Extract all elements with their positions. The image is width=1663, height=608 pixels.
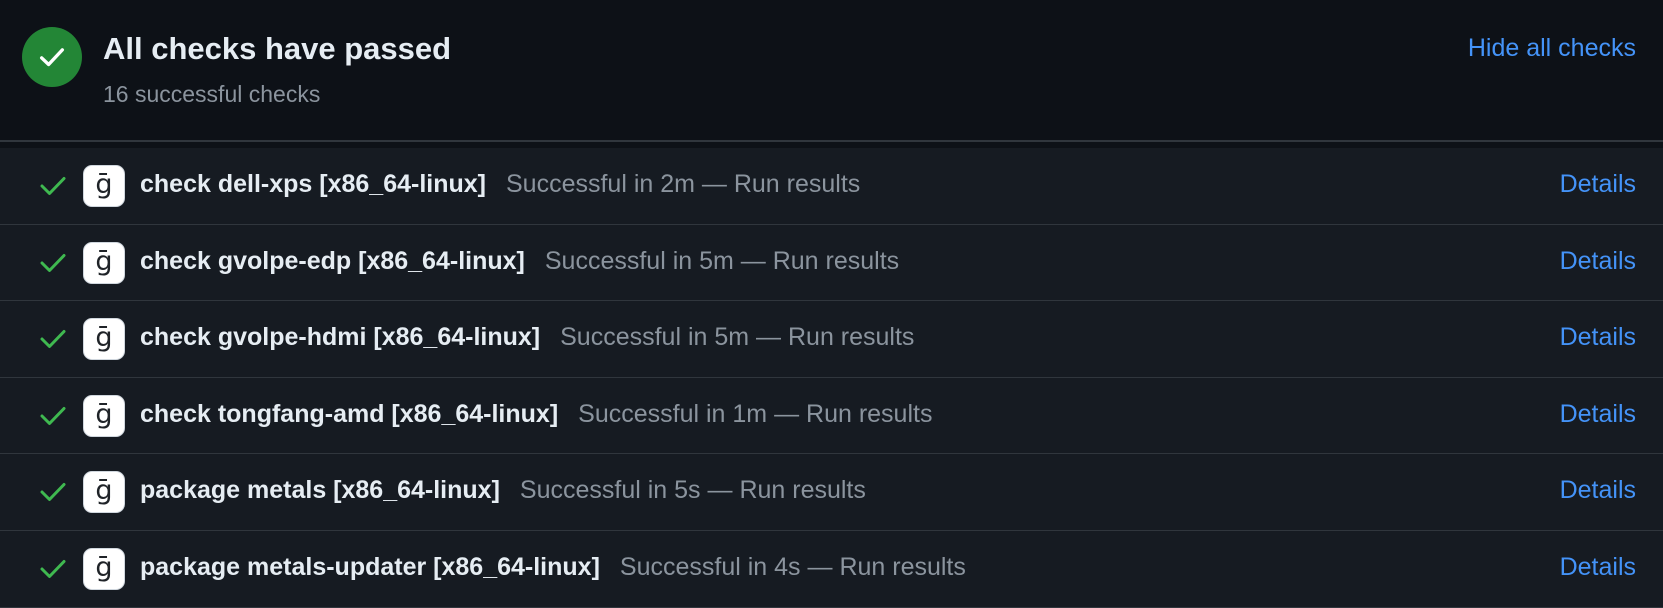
details-link[interactable]: Details xyxy=(1560,553,1636,582)
check-name: check gvolpe-edp [x86_64-linux] xyxy=(140,246,525,275)
check-row: ḡ package metals [x86_64-linux] Successfu… xyxy=(0,454,1663,531)
app-logo-icon: ḡ xyxy=(83,165,125,207)
check-icon xyxy=(39,327,67,356)
check-circle-icon xyxy=(22,27,82,87)
checks-count: 16 successful checks xyxy=(103,81,321,107)
app-logo-icon: ḡ xyxy=(83,547,125,590)
app-logo-icon: ḡ xyxy=(83,394,125,437)
hide-all-checks-link[interactable]: Hide all checks xyxy=(1468,34,1636,63)
details-link[interactable]: Details xyxy=(1560,476,1636,505)
check-row: ḡ check gvolpe-hdmi [x86_64-linux] Succes… xyxy=(0,301,1663,378)
check-name: package metals-updater [x86_64-linux] xyxy=(140,552,600,581)
check-status-text: Successful in 2m — Run results xyxy=(505,170,861,198)
check-row: ḡ check dell-xps [x86_64-linux] Successfu… xyxy=(0,148,1663,225)
checks-summary-header: All checks have passed 16 successful che… xyxy=(0,0,1663,142)
check-icon xyxy=(39,480,67,509)
check-name: check dell-xps [x86_64-linux] xyxy=(140,170,486,198)
check-icon xyxy=(39,557,67,586)
app-logo-icon: ḡ xyxy=(83,318,125,361)
check-row: ḡ package metals-updater [x86_64-linux] S… xyxy=(0,530,1663,608)
checks-title: All checks have passed xyxy=(103,31,452,66)
check-name: check tongfang-amd [x86_64-linux] xyxy=(140,399,559,428)
details-link[interactable]: Details xyxy=(1560,170,1636,199)
check-name: check gvolpe-hdmi [x86_64-linux] xyxy=(140,323,541,352)
check-icon xyxy=(39,404,67,433)
check-name: package metals [x86_64-linux] xyxy=(140,476,500,505)
check-icon xyxy=(39,251,67,280)
check-status-text: Successful in 4s — Run results xyxy=(619,552,966,581)
check-status-text: Successful in 5s — Run results xyxy=(519,476,866,505)
check-row: ḡ check tongfang-amd [x86_64-linux] Succe… xyxy=(0,377,1663,455)
check-icon xyxy=(39,174,67,203)
check-status-text: Successful in 1m — Run results xyxy=(578,399,933,428)
check-row: ḡ check gvolpe-edp [x86_64-linux] Success… xyxy=(0,224,1663,302)
checks-list: ḡ check dell-xps [x86_64-linux] Successfu… xyxy=(0,148,1663,608)
app-logo-icon: ḡ xyxy=(83,241,125,284)
details-link[interactable]: Details xyxy=(1560,323,1636,352)
details-link[interactable]: Details xyxy=(1560,400,1636,429)
check-status-text: Successful in 5m — Run results xyxy=(560,323,915,352)
app-logo-icon: ḡ xyxy=(83,471,125,514)
check-status-text: Successful in 5m — Run results xyxy=(544,246,900,275)
details-link[interactable]: Details xyxy=(1560,247,1636,276)
